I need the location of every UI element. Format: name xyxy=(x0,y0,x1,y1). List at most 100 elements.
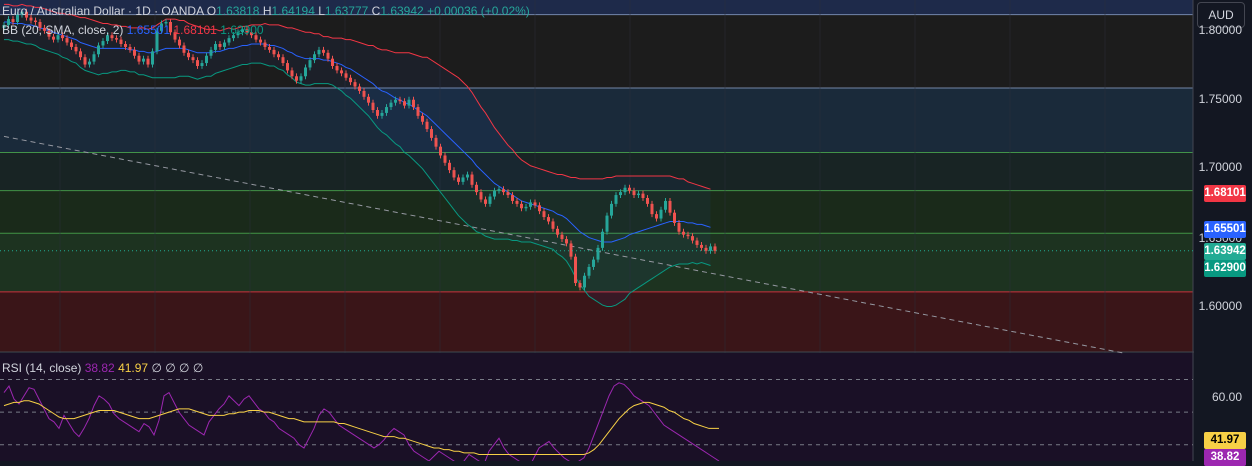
candle-down xyxy=(70,42,73,47)
rsi-tick-60: 60.00 xyxy=(1211,390,1242,404)
open-label: O xyxy=(206,4,217,18)
candle-up xyxy=(209,49,213,56)
candle-down xyxy=(331,58,334,66)
candle-down xyxy=(560,234,564,240)
candle-up xyxy=(466,174,469,178)
candle-down xyxy=(362,90,366,97)
low-label: L xyxy=(318,4,325,18)
candle-up xyxy=(92,54,96,62)
candle-up xyxy=(101,41,105,46)
price-tick-1-75000: 1.75000 xyxy=(1198,92,1242,106)
candle-down xyxy=(367,96,370,103)
candle-down xyxy=(713,246,717,251)
candle-down xyxy=(425,121,429,130)
candle-down xyxy=(547,217,550,222)
candle-up xyxy=(308,60,312,68)
candle-down xyxy=(668,200,672,213)
candle-up xyxy=(317,49,321,55)
candle-up xyxy=(601,231,604,248)
candle-down xyxy=(502,189,505,193)
candle-down xyxy=(538,205,541,212)
candle-down xyxy=(79,51,82,58)
rsi-legend[interactable]: RSI (14, close) 38.82 41.97 ∅ ∅ ∅ ∅ xyxy=(2,361,203,375)
symbol-name[interactable]: Euro / Australian Dollar · 1D · OANDA xyxy=(2,4,203,18)
candle-down xyxy=(187,52,190,58)
candle-down xyxy=(326,52,330,59)
candle-down xyxy=(520,203,523,209)
candle-up xyxy=(637,193,640,196)
candle-down xyxy=(268,46,271,50)
candle-down xyxy=(646,198,649,204)
candle-up xyxy=(200,63,204,66)
candle-up xyxy=(380,112,384,116)
candle-up xyxy=(664,200,667,210)
candle-down xyxy=(335,66,339,71)
candle-down xyxy=(448,162,451,171)
candle-down xyxy=(452,170,456,178)
rsi-ma-value: 41.97 xyxy=(118,361,149,375)
change-value: +0.00036 (+0.02%) xyxy=(427,4,530,18)
candle-down xyxy=(74,46,78,52)
candle-up xyxy=(151,51,154,65)
candle-down xyxy=(655,214,658,219)
candle-down xyxy=(340,70,343,74)
candle-down xyxy=(403,101,406,106)
candle-up xyxy=(394,99,397,103)
low-value: 1.63777 xyxy=(324,4,369,18)
candle-down xyxy=(349,77,352,83)
candle-down xyxy=(65,38,69,43)
candle-down xyxy=(137,55,141,62)
candle-down xyxy=(484,199,487,204)
candle-down xyxy=(11,19,15,22)
candle-up xyxy=(205,55,208,64)
rsi-label[interactable]: RSI (14, close) xyxy=(2,361,81,375)
candle-down xyxy=(515,200,519,204)
candle-up xyxy=(493,190,496,197)
candle-down xyxy=(565,239,568,244)
candle-down xyxy=(295,76,298,81)
price-tick-1-70000: 1.70000 xyxy=(1198,160,1242,174)
candle-down xyxy=(632,190,636,196)
candle-down xyxy=(412,99,415,108)
candle-down xyxy=(416,107,420,116)
close-value: 1.63942 xyxy=(380,4,424,18)
candle-up xyxy=(659,209,663,219)
candle-up xyxy=(88,61,91,65)
candle-up xyxy=(385,107,388,113)
candle-up xyxy=(389,102,393,108)
candle-down xyxy=(578,283,582,288)
candle-down xyxy=(542,211,546,218)
candle-up xyxy=(488,196,492,204)
candle-up xyxy=(610,203,613,216)
candle-down xyxy=(353,82,357,87)
upper-band-tag: 1.68101 xyxy=(1204,185,1246,202)
candle-down xyxy=(281,57,285,64)
candle-down xyxy=(115,38,118,40)
candle-up xyxy=(592,259,595,267)
candle-down xyxy=(682,231,685,235)
candle-up xyxy=(524,206,528,209)
candle-up xyxy=(529,202,532,207)
candle-down xyxy=(533,202,537,206)
candle-up xyxy=(407,99,411,106)
lower-band-tag: 1.62900 xyxy=(1204,260,1246,277)
candle-down xyxy=(556,228,559,235)
bb-label[interactable]: BB (20, SMA, close, 2) xyxy=(2,23,123,37)
candle-down xyxy=(124,44,127,47)
candle-up xyxy=(497,189,501,191)
open-value: 1.63818 xyxy=(216,4,260,18)
candle-down xyxy=(128,46,132,50)
candle-down xyxy=(511,195,514,201)
basis-tag: 1.65501 xyxy=(1204,221,1246,238)
candle-down xyxy=(551,221,555,229)
candle-down xyxy=(371,102,375,110)
candle-up xyxy=(587,266,591,276)
candle-up xyxy=(142,58,145,62)
rsi-tag: 38.82 xyxy=(1204,449,1246,466)
candle-down xyxy=(191,57,195,61)
price-tick-1-60000: 1.60000 xyxy=(1198,299,1242,313)
chart-canvas[interactable] xyxy=(0,0,1252,461)
bb-legend[interactable]: BB (20, SMA, close, 2) 1.65501 1.68101 1… xyxy=(2,23,264,37)
candle-down xyxy=(430,129,433,138)
candle-down xyxy=(673,212,676,223)
